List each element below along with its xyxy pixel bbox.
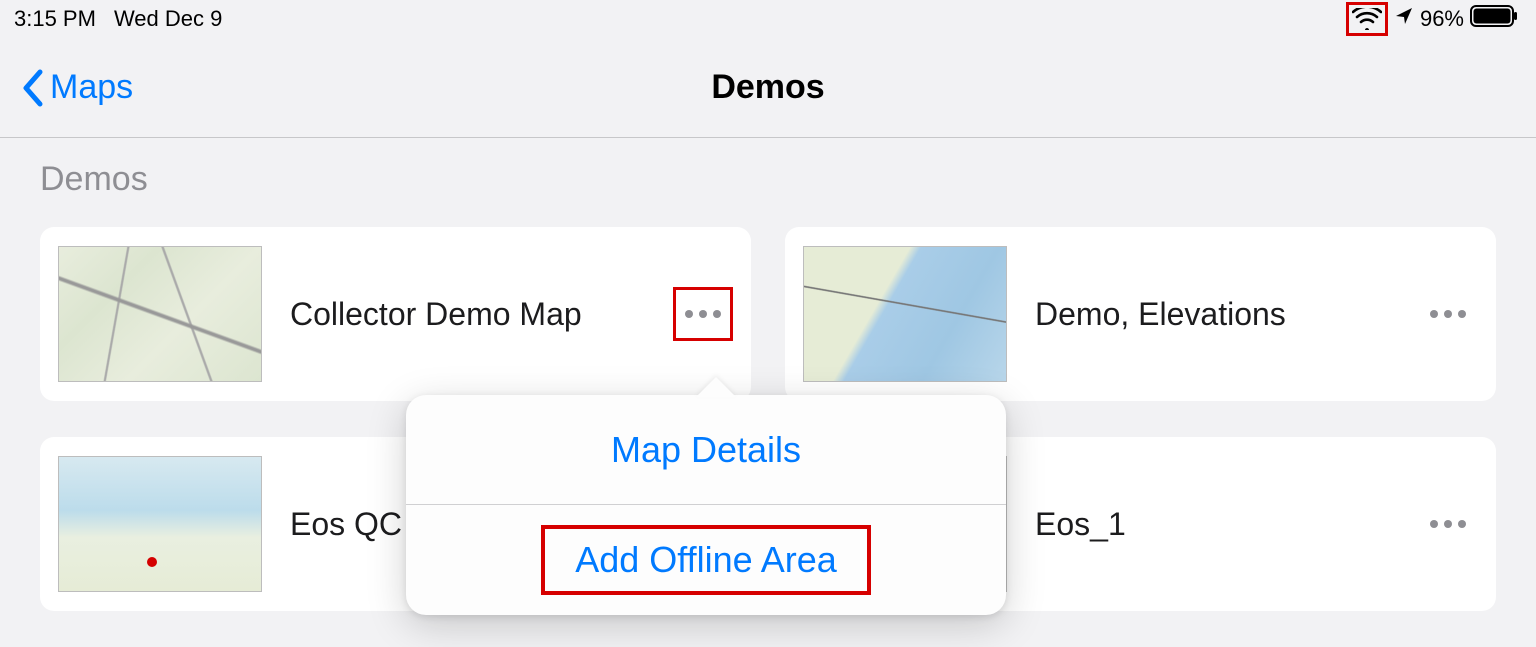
status-bar: 3:15 PM Wed Dec 9 96% — [0, 0, 1536, 38]
page-title: Demos — [711, 68, 824, 107]
context-menu: Map Details Add Offline Area — [406, 395, 1006, 615]
map-thumbnail — [58, 456, 262, 592]
menu-item-add-offline-area[interactable]: Add Offline Area — [406, 505, 1006, 615]
status-date: Wed Dec 9 — [114, 6, 222, 32]
chevron-left-icon — [20, 68, 44, 108]
section-header: Demos — [40, 160, 1496, 199]
wifi-icon — [1346, 2, 1388, 36]
map-card-title: Eos_1 — [1035, 506, 1412, 543]
map-thumbnail — [58, 246, 262, 382]
more-button[interactable] — [1418, 497, 1478, 551]
map-card[interactable]: Demo, Elevations — [785, 227, 1496, 401]
ellipsis-icon — [1430, 310, 1466, 318]
map-card[interactable]: Collector Demo Map — [40, 227, 751, 401]
nav-bar: Maps Demos — [0, 38, 1536, 138]
map-card-title: Collector Demo Map — [290, 296, 667, 333]
menu-item-label: Add Offline Area — [541, 525, 871, 595]
more-button[interactable] — [673, 287, 733, 341]
more-button[interactable] — [1418, 287, 1478, 341]
ellipsis-icon — [1430, 520, 1466, 528]
ellipsis-icon — [685, 310, 721, 318]
menu-item-map-details[interactable]: Map Details — [406, 395, 1006, 505]
map-card-title: Demo, Elevations — [1035, 296, 1412, 333]
back-label: Maps — [50, 68, 133, 107]
battery-percent: 96% — [1420, 6, 1464, 32]
map-thumbnail — [803, 246, 1007, 382]
back-button[interactable]: Maps — [20, 68, 133, 108]
location-icon — [1394, 6, 1414, 32]
battery-icon — [1470, 5, 1518, 33]
status-time: 3:15 PM — [14, 6, 96, 32]
menu-item-label: Map Details — [581, 419, 831, 481]
